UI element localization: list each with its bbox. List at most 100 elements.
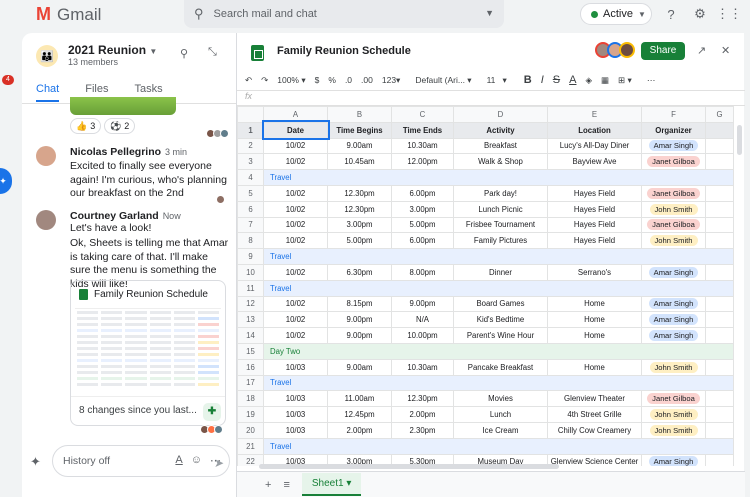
cell[interactable]: Lunch <box>453 406 548 423</box>
cell[interactable]: 9.00pm <box>327 327 392 344</box>
cell[interactable]: Janet Gilboa <box>641 153 706 171</box>
formula-bar[interactable]: fx <box>237 90 745 106</box>
cell[interactable]: 12.30pm <box>391 390 454 408</box>
close-icon[interactable]: ✕ <box>721 44 730 57</box>
section-band-cell[interactable]: Day Two <box>263 342 734 360</box>
room-title[interactable]: 2021 Reunion ▼ <box>68 43 157 57</box>
tab-chat[interactable]: Chat <box>36 83 60 102</box>
section-band-cell[interactable]: Travel <box>263 169 734 186</box>
row-number[interactable]: 17 <box>237 374 264 392</box>
column-header[interactable]: C <box>391 106 454 123</box>
cell[interactable]: John Smith <box>641 232 706 250</box>
cell[interactable]: 10/03 <box>263 358 328 376</box>
more-icon[interactable]: ⋯ <box>647 75 656 86</box>
cell[interactable]: 6.30pm <box>327 263 392 281</box>
cell[interactable]: 8.00pm <box>391 263 454 281</box>
cell[interactable]: 2.30pm <box>391 421 454 439</box>
cell[interactable]: 10/02 <box>263 137 328 155</box>
cell[interactable]: Janet Gilboa <box>641 184 706 202</box>
cell[interactable]: N/A <box>391 311 454 329</box>
reaction-chip[interactable]: 👍 3 <box>70 118 102 134</box>
cell[interactable]: 2.00pm <box>391 406 454 423</box>
cell[interactable]: Bayview Ave <box>547 153 642 171</box>
bold-button[interactable]: B <box>524 74 532 86</box>
sheet-tab[interactable]: Sheet1 ▾ <box>301 473 362 496</box>
cell[interactable] <box>705 295 734 313</box>
sparkle-icon[interactable]: ✦ <box>30 454 41 470</box>
row-number[interactable]: 18 <box>237 390 264 408</box>
person-chip[interactable]: Amar Singh <box>648 456 699 466</box>
cell[interactable]: 12.30pm <box>327 200 392 218</box>
decrease-decimal-button[interactable]: .0 <box>345 75 352 85</box>
row-number[interactable]: 2 <box>237 137 264 155</box>
cell[interactable]: 3.00pm <box>327 216 392 234</box>
row-number[interactable]: 3 <box>237 153 264 171</box>
help-icon[interactable]: ? <box>662 5 680 23</box>
format-text-icon[interactable]: A <box>175 454 182 467</box>
cell[interactable]: Kid's Bedtime <box>453 311 548 329</box>
cell[interactable]: 8.15pm <box>327 295 392 313</box>
cell[interactable] <box>705 311 734 329</box>
row-number[interactable]: 16 <box>237 358 264 376</box>
cell[interactable]: 2.00pm <box>327 421 392 439</box>
cell[interactable]: 12.30pm <box>327 184 392 202</box>
cell[interactable] <box>705 390 734 408</box>
cell[interactable]: 10/02 <box>263 263 328 281</box>
row-number[interactable]: 8 <box>237 232 264 250</box>
cell[interactable]: 5.00pm <box>327 232 392 250</box>
percent-button[interactable]: % <box>328 75 336 85</box>
cell[interactable]: 10/02 <box>263 200 328 218</box>
avatar[interactable] <box>36 146 56 166</box>
cell[interactable]: Parent's Wine Hour <box>453 327 548 344</box>
number-format-select[interactable]: 123▾ <box>382 75 400 86</box>
person-chip[interactable]: John Smith <box>649 235 698 247</box>
cell[interactable]: Home <box>547 358 642 376</box>
column-header[interactable]: D <box>453 106 548 123</box>
shared-image[interactable] <box>70 97 176 115</box>
cell[interactable] <box>705 137 734 155</box>
cell[interactable]: Time Begins <box>327 121 392 139</box>
person-chip[interactable]: Janet Gilboa <box>647 219 700 231</box>
cell[interactable]: 12.00pm <box>391 153 454 171</box>
cell[interactable]: 9.00am <box>327 358 392 376</box>
cell[interactable]: Pancake Breakfast <box>453 358 548 376</box>
row-number[interactable]: 19 <box>237 406 264 423</box>
cell[interactable]: 6.00pm <box>391 184 454 202</box>
cell[interactable]: Hayes Field <box>547 184 642 202</box>
cell[interactable] <box>705 121 734 139</box>
person-chip[interactable]: Amar Singh <box>648 314 699 326</box>
italic-button[interactable]: I <box>541 74 544 86</box>
currency-button[interactable]: $ <box>315 75 320 85</box>
column-header[interactable]: G <box>705 106 734 123</box>
section-band-cell[interactable]: Travel <box>263 374 734 392</box>
cell[interactable]: Lucy's All-Day Diner <box>547 137 642 155</box>
cell[interactable]: John Smith <box>641 406 706 423</box>
cell[interactable]: Ice Cream <box>453 421 548 439</box>
cell[interactable]: 10/02 <box>263 327 328 344</box>
cell[interactable]: Home <box>547 311 642 329</box>
person-chip[interactable]: Janet Gilboa <box>647 187 700 199</box>
row-number[interactable]: 4 <box>237 169 264 186</box>
horizontal-scrollbar[interactable] <box>259 464 559 469</box>
cell[interactable] <box>705 200 734 218</box>
font-select[interactable]: Default (Ari... ▾ <box>415 75 471 86</box>
row-number[interactable]: 13 <box>237 311 264 329</box>
person-chip[interactable]: John Smith <box>649 361 698 373</box>
borders-icon[interactable]: ▦ <box>601 75 609 86</box>
person-chip[interactable]: Janet Gilboa <box>647 393 700 405</box>
row-number[interactable]: 7 <box>237 216 264 234</box>
section-band-cell[interactable]: Travel <box>263 248 734 265</box>
cell[interactable]: Family Pictures <box>453 232 548 250</box>
cell[interactable]: 4th Street Grille <box>547 406 642 423</box>
row-number[interactable]: 20 <box>237 421 264 439</box>
section-band-cell[interactable]: Travel <box>263 279 734 297</box>
status-dropdown[interactable]: Active ▼ <box>580 3 652 25</box>
column-header[interactable]: F <box>641 106 706 123</box>
cell[interactable]: Amar Singh <box>641 453 706 466</box>
spaces-rail-icon[interactable]: ✦ <box>0 168 12 194</box>
collaborator-avatars[interactable] <box>595 42 635 58</box>
cell[interactable]: 10/02 <box>263 184 328 202</box>
person-chip[interactable]: John Smith <box>649 203 698 215</box>
row-number[interactable]: 15 <box>237 342 264 360</box>
column-header[interactable]: E <box>547 106 642 123</box>
